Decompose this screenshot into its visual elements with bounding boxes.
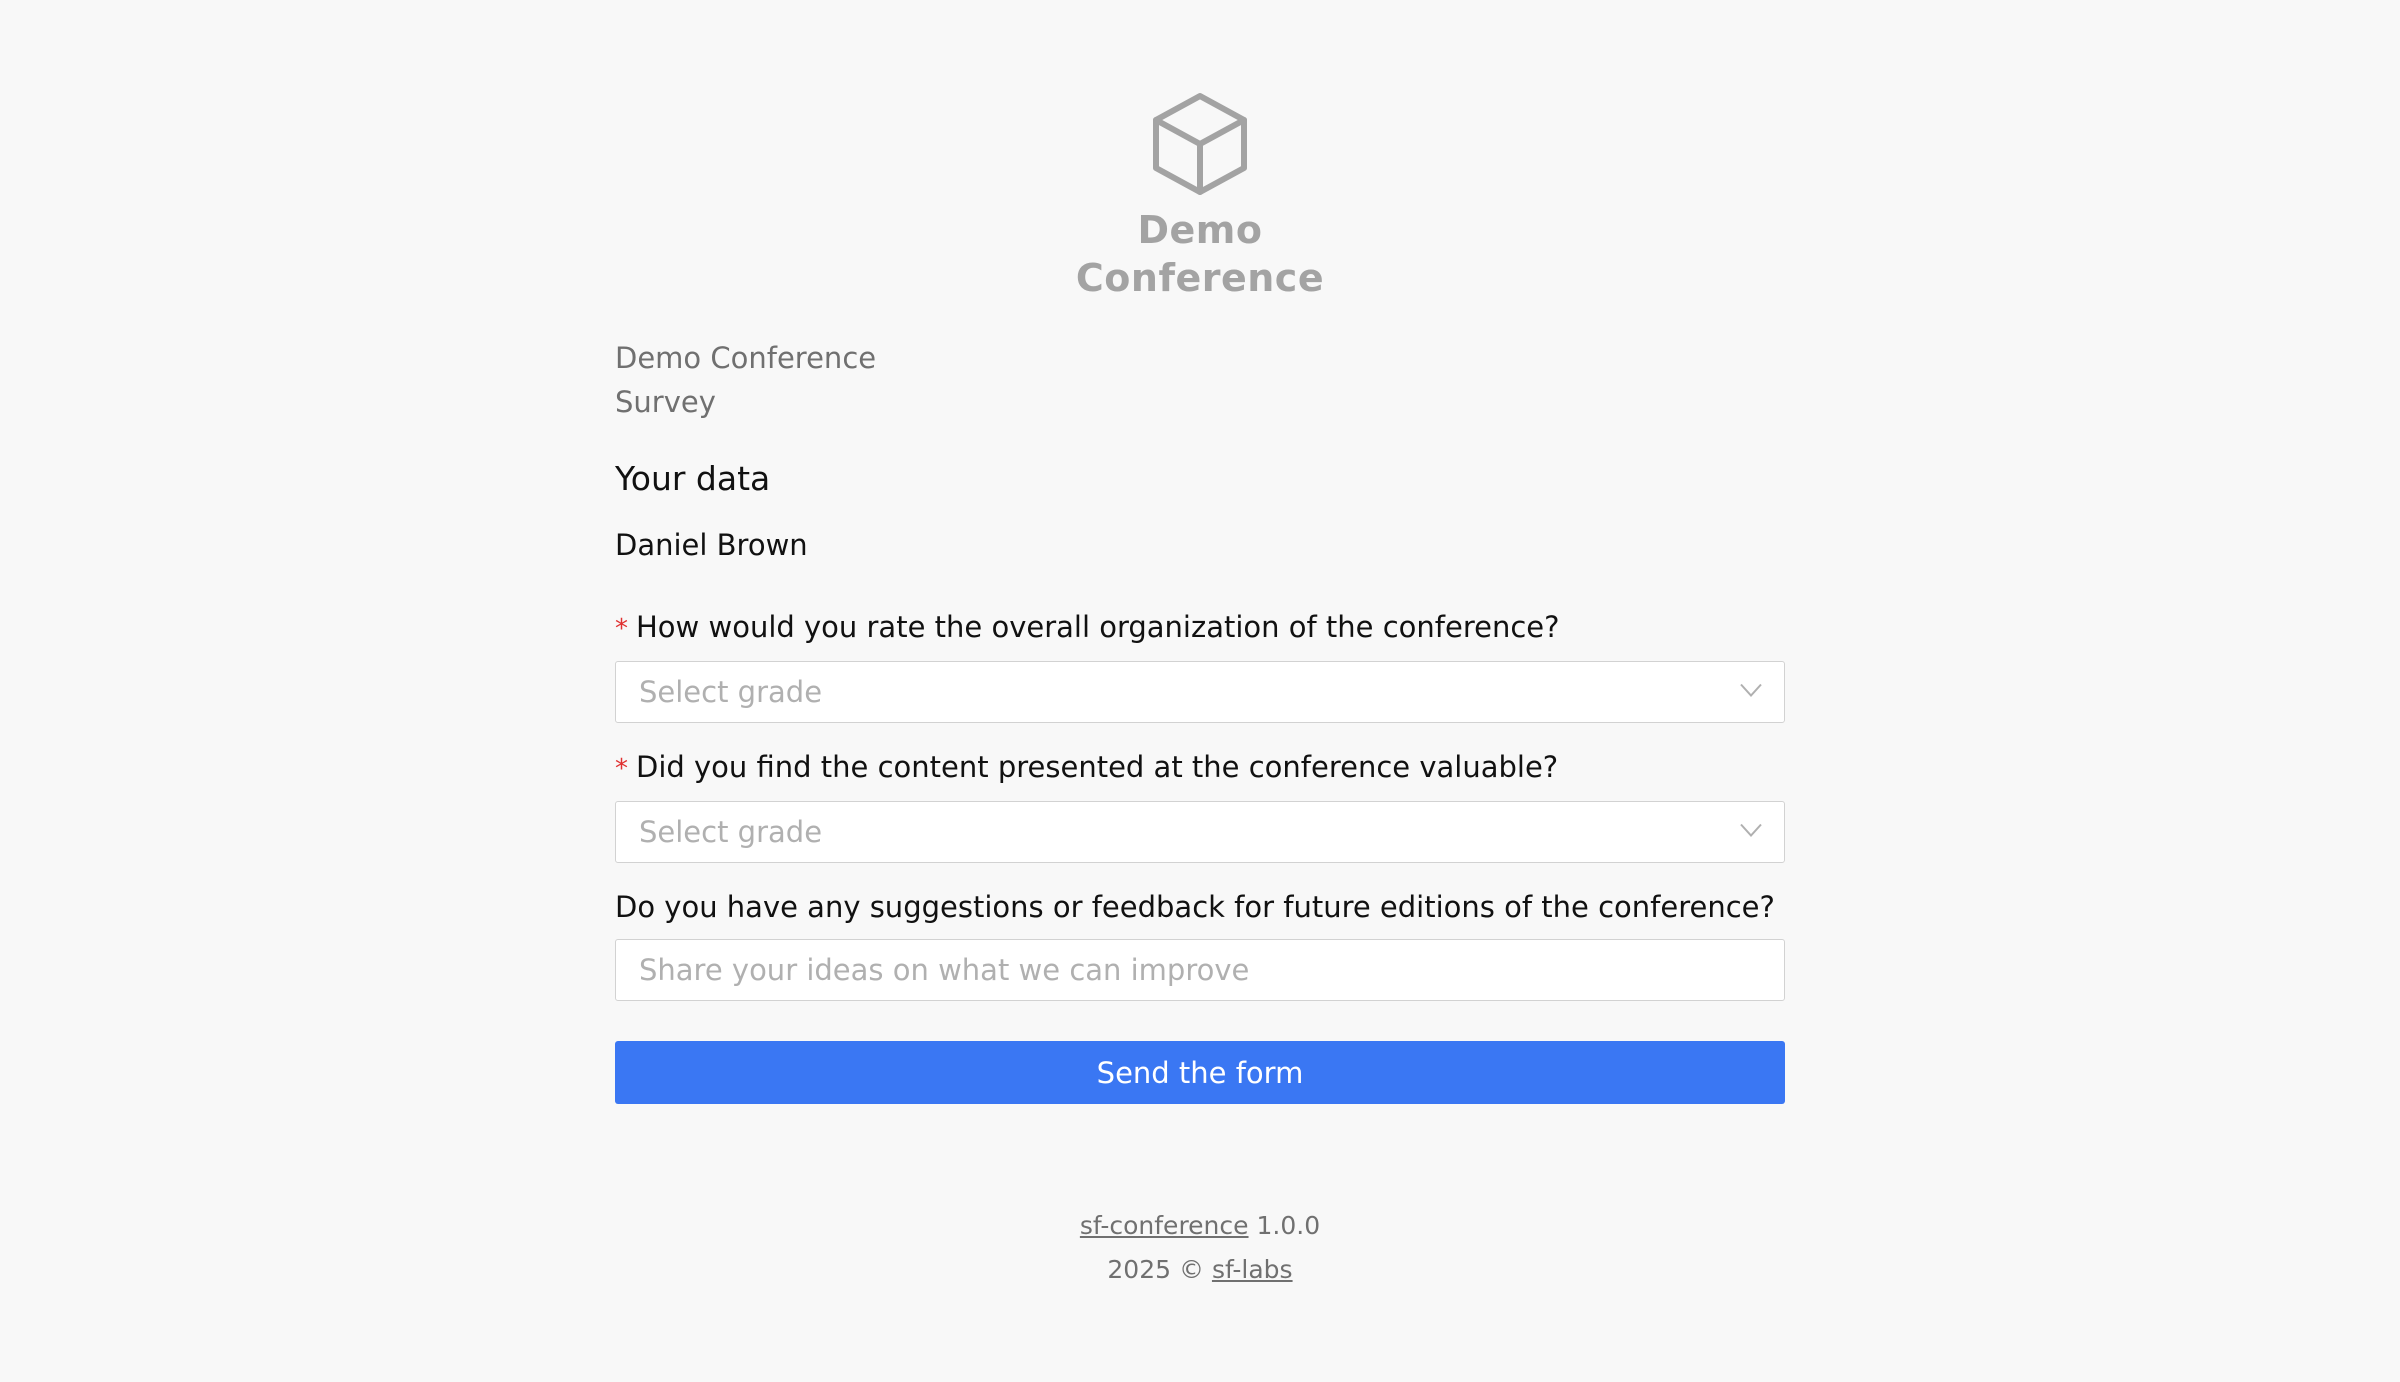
cube-icon xyxy=(1150,92,1250,196)
footer-version-line: sf-conference 1.0.0 xyxy=(0,1204,2400,1248)
feedback-placeholder: Share your ideas on what we can improve xyxy=(639,953,1250,987)
send-form-button[interactable]: Send the form xyxy=(615,1041,1785,1104)
footer: sf-conference 1.0.0 2025 © sf-labs xyxy=(0,1204,2400,1292)
section-title: Your data xyxy=(615,459,771,498)
survey-title: Demo Conference Survey xyxy=(615,341,877,419)
question-2-placeholder: Select grade xyxy=(639,815,823,849)
question-3-text: Do you have any suggestions or feedback … xyxy=(615,890,1775,924)
chevron-down-icon xyxy=(1740,683,1762,702)
chevron-down-icon xyxy=(1740,823,1762,842)
survey-page: Demo Conference Demo Conference Survey Y… xyxy=(0,0,2400,1382)
question-2-text: Did you find the content presented at th… xyxy=(636,750,1559,784)
org-link[interactable]: sf-labs xyxy=(1212,1255,1293,1284)
question-2-select[interactable]: Select grade xyxy=(615,801,1785,863)
question-3-label: Do you have any suggestions or feedback … xyxy=(615,887,1785,927)
user-name: Daniel Brown xyxy=(615,528,808,562)
question-1-placeholder: Select grade xyxy=(639,675,823,709)
required-marker: * xyxy=(615,754,628,784)
survey-form: Demo Conference Survey Your data Daniel … xyxy=(615,336,1785,1104)
conference-logo: Demo Conference xyxy=(0,92,2400,302)
app-version: 1.0.0 xyxy=(1256,1211,1321,1240)
app-link[interactable]: sf-conference xyxy=(1080,1211,1249,1240)
feedback-input[interactable]: Share your ideas on what we can improve xyxy=(615,939,1785,1001)
footer-copyright-line: 2025 © sf-labs xyxy=(0,1248,2400,1292)
logo-line-1: Demo xyxy=(1137,208,1263,252)
required-marker: * xyxy=(615,614,628,644)
question-1-text: How would you rate the overall organizat… xyxy=(636,610,1560,644)
question-2-label: * Did you find the content presented at t… xyxy=(615,747,1785,789)
question-1-select[interactable]: Select grade xyxy=(615,661,1785,723)
logo-line-2: Conference xyxy=(1075,256,1325,300)
question-1-label: * How would you rate the overall organiza… xyxy=(615,607,1785,649)
logo-text: Demo Conference xyxy=(1076,206,1324,302)
copyright-text: 2025 © xyxy=(1107,1255,1204,1284)
